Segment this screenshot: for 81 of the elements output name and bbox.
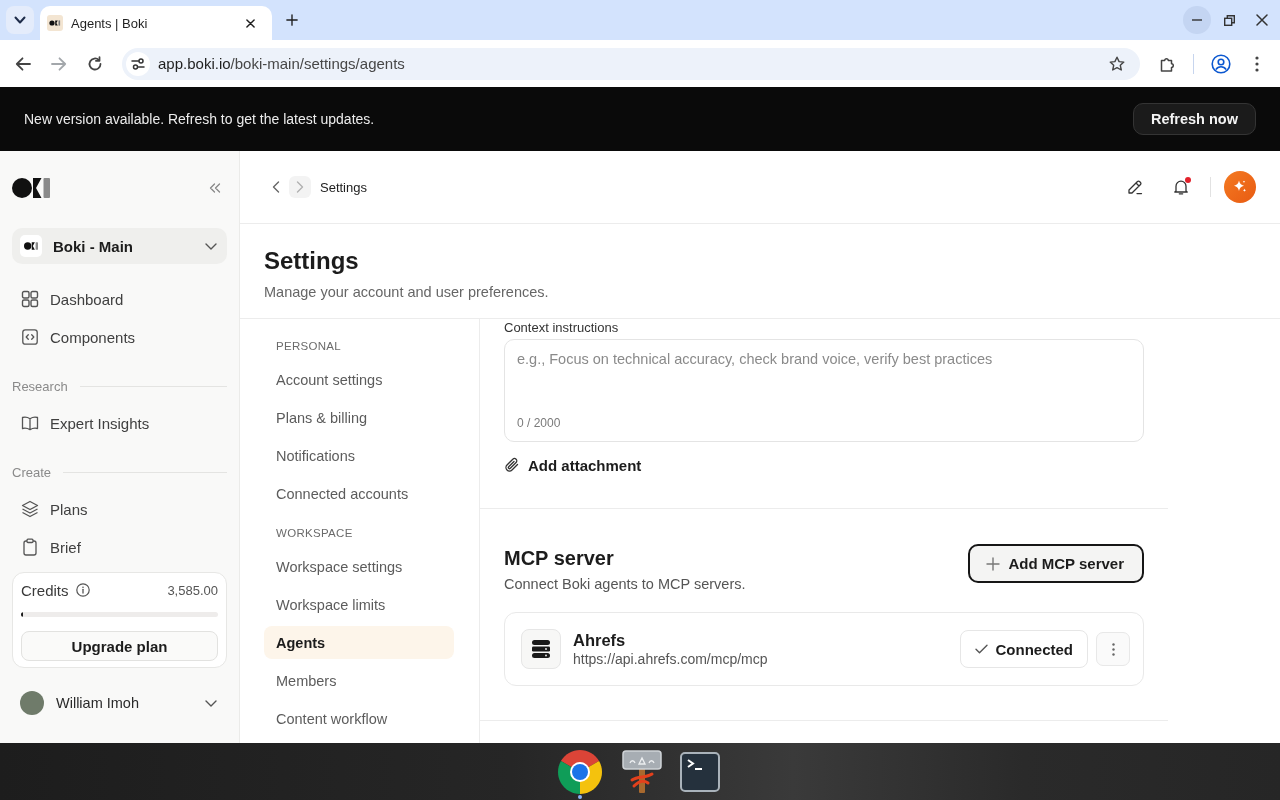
settings-nav-item[interactable]: Content workflow <box>264 702 454 735</box>
book-icon <box>21 414 39 432</box>
sidebar-item[interactable]: Dashboard <box>12 280 227 318</box>
bookmark-star-icon[interactable] <box>1109 55 1125 72</box>
new-tab-icon[interactable] <box>286 14 298 26</box>
add-mcp-server-button[interactable]: Add MCP server <box>968 544 1144 583</box>
page-title: Settings <box>264 246 360 276</box>
server-url: https://api.ahrefs.com/mcp/mcp <box>573 650 769 668</box>
sidebar-item[interactable]: Plans <box>12 490 227 528</box>
nav-section-label: WORKSPACE <box>275 526 354 541</box>
server-stack-icon <box>521 629 561 669</box>
plus-icon <box>986 556 1001 571</box>
user-menu[interactable]: William Imoh <box>12 683 227 723</box>
settings-nav-item[interactable]: Account settings <box>264 363 454 396</box>
credits-value: 3,585.00 <box>167 582 218 598</box>
settings-nav-item[interactable]: Connected accounts <box>264 477 454 510</box>
sidebar-item[interactable]: Expert Insights <box>12 404 227 442</box>
page-subtitle: Manage your account and user preferences. <box>264 283 550 301</box>
chevron-down-icon <box>14 16 26 24</box>
restore-window-icon[interactable] <box>1224 14 1235 26</box>
server-name: Ahrefs <box>573 630 627 650</box>
field-label: Context instructions <box>504 321 620 335</box>
close-tab-icon[interactable] <box>246 18 255 28</box>
profile-icon[interactable] <box>1211 53 1231 74</box>
sidebar-item[interactable]: Brief <box>12 528 227 566</box>
chevron-down-icon <box>205 699 217 707</box>
settings-nav-item[interactable]: Plans & billing <box>264 401 454 434</box>
close-window-icon[interactable] <box>1256 14 1268 26</box>
section-description: Connect Boki agents to MCP servers. <box>504 575 746 593</box>
settings-nav-item[interactable]: Agents <box>264 626 454 659</box>
banner-message: New version available. Refresh to get the latest updates. <box>24 111 375 127</box>
character-count: 0 / 2000 <box>517 415 561 431</box>
terminal-icon[interactable] <box>680 751 720 792</box>
menu-icon[interactable] <box>1255 55 1259 72</box>
puzzle-piece-icon[interactable] <box>1159 55 1175 72</box>
check-icon <box>975 644 989 654</box>
avatar-photo-placeholder <box>20 691 44 715</box>
section-title: MCP server <box>504 546 615 570</box>
chevron-down-icon <box>205 242 217 250</box>
chevron-left-icon[interactable] <box>272 181 280 193</box>
ai-assistant-button[interactable] <box>1224 171 1256 203</box>
back-arrow-icon[interactable] <box>15 55 31 72</box>
credits-label: Credits <box>21 581 69 599</box>
signpost-icon[interactable] <box>622 749 662 794</box>
logo-icon[interactable] <box>12 177 50 198</box>
settings-nav-item[interactable]: Workspace limits <box>264 588 454 621</box>
layers-icon <box>21 500 39 518</box>
clipboard-icon <box>21 538 39 556</box>
workspace-selector[interactable]: Boki - Main <box>12 228 227 264</box>
more-vertical-icon <box>1111 642 1115 656</box>
browser-icon[interactable] <box>556 747 604 796</box>
pencil-icon[interactable] <box>1127 179 1143 195</box>
minimize-button[interactable] <box>1183 6 1211 34</box>
add-attachment-button[interactable]: Add attachment <box>504 454 642 476</box>
site-settings-icon[interactable] <box>126 51 150 76</box>
favicon-icon <box>47 15 63 31</box>
settings-nav-item[interactable]: Notifications <box>264 439 454 472</box>
sparkle-icon <box>1232 179 1248 195</box>
connection-status-button[interactable]: Connected <box>960 630 1088 668</box>
browser-tab[interactable]: Agents | Boki <box>40 6 272 40</box>
upgrade-plan-button[interactable]: Upgrade plan <box>21 631 218 661</box>
info-icon[interactable] <box>75 583 90 597</box>
settings-nav-item[interactable]: Members <box>264 664 454 697</box>
nav-section-label: PERSONAL <box>275 339 343 354</box>
sidebar-item[interactable]: Components <box>12 318 227 356</box>
chevron-right-icon <box>296 181 304 193</box>
reload-icon[interactable] <box>87 55 103 72</box>
settings-nav-item[interactable]: Workspace settings <box>264 550 454 583</box>
bell-icon[interactable] <box>1173 179 1189 195</box>
address-bar[interactable]: app.boki.io/boki-main/settings/agents <box>122 47 1140 80</box>
grid-icon <box>21 290 39 308</box>
sidebar-section-label: Research <box>12 378 68 394</box>
code-icon <box>21 328 39 346</box>
tab-list-button[interactable] <box>6 6 34 34</box>
sidebar-section-label: Create <box>12 464 52 480</box>
minimize-icon <box>1192 19 1202 21</box>
workspace-logo-icon <box>20 235 42 257</box>
refresh-button[interactable]: Refresh now <box>1133 103 1256 135</box>
paperclip-icon <box>504 457 520 473</box>
collapse-sidebar-icon[interactable] <box>209 182 221 193</box>
breadcrumb: Settings <box>320 179 367 195</box>
